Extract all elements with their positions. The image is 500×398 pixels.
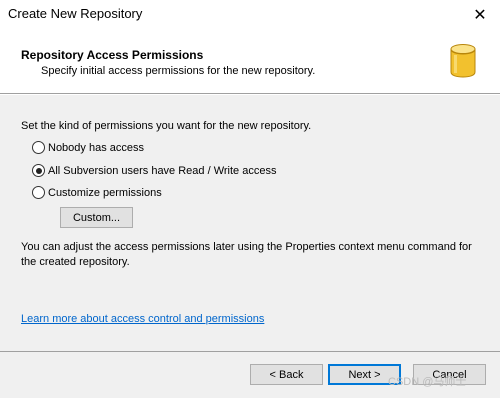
wizard-footer: < Back Next > Cancel CSDN @马师士 (0, 352, 500, 398)
window-title: Create New Repository (8, 6, 143, 21)
next-button[interactable]: Next > (328, 364, 401, 385)
database-icon (450, 44, 476, 78)
page-title: Repository Access Permissions (21, 48, 204, 62)
page-subtitle: Specify initial access permissions for t… (41, 65, 316, 77)
option-customize[interactable]: Customize permissions (32, 186, 162, 199)
option-all-users[interactable]: All Subversion users have Read / Write a… (32, 164, 276, 177)
custom-button[interactable]: Custom... (60, 207, 133, 228)
option-all-users-label: All Subversion users have Read / Write a… (48, 164, 277, 177)
option-nobody[interactable]: Nobody has access (32, 141, 144, 154)
info-text: You can adjust the access permissions la… (21, 241, 472, 268)
learn-more-link[interactable]: Learn more about access control and perm… (21, 313, 264, 325)
close-button[interactable]: ✕ (460, 0, 500, 30)
wizard-body: Set the kind of permissions you want for… (0, 95, 500, 351)
permissions-prompt: Set the kind of permissions you want for… (21, 120, 312, 132)
radio-nobody[interactable] (32, 141, 45, 154)
back-button[interactable]: < Back (250, 364, 323, 385)
wizard-header: Repository Access Permissions Specify in… (0, 30, 500, 90)
option-customize-label: Customize permissions (48, 186, 162, 199)
option-nobody-label: Nobody has access (48, 141, 144, 154)
radio-customize[interactable] (32, 186, 45, 199)
title-bar: Create New Repository ✕ (0, 0, 500, 30)
cancel-button[interactable]: Cancel (413, 364, 486, 385)
radio-all-users[interactable] (32, 164, 45, 177)
close-icon: ✕ (473, 7, 487, 24)
create-repository-dialog: Create New Repository ✕ Repository Acces… (0, 0, 500, 398)
